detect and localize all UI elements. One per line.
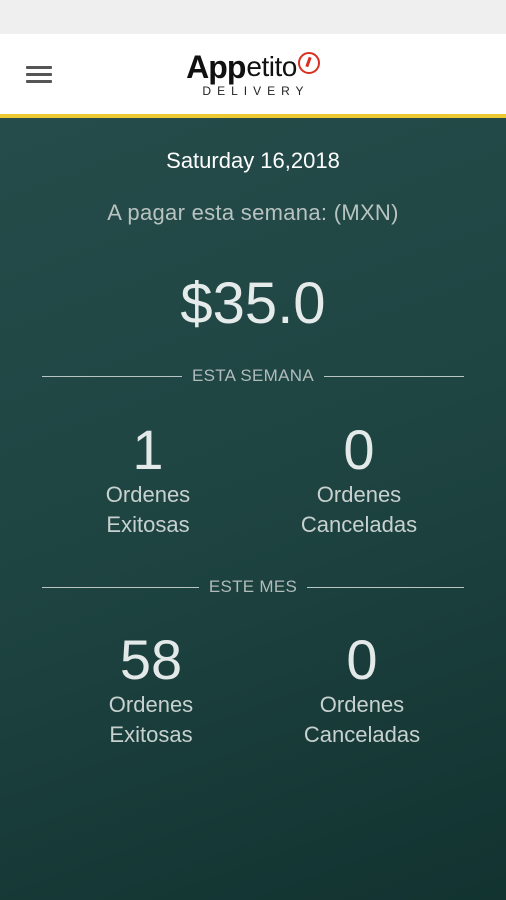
stat-count: 58	[119, 628, 183, 691]
divider-line-right	[324, 375, 464, 377]
current-date: Saturday 16,2018	[166, 148, 340, 173]
week-section-label: ESTA SEMANA	[191, 366, 315, 385]
stat-count: 1	[132, 418, 164, 481]
month-successful-orders: 58 Ordenes Exitosas	[51, 630, 251, 750]
stat-label-line1: Ordenes	[316, 482, 402, 507]
divider-line-left	[42, 375, 182, 377]
stat-count: 0	[346, 628, 378, 691]
dashboard-panel: Saturday 16,2018 A pagar esta semana: (M…	[0, 118, 506, 900]
week-cancelled-orders: 0 Ordenes Canceladas	[259, 420, 459, 540]
stat-label-line2: Canceladas	[300, 512, 418, 537]
divider-line-right	[307, 586, 464, 588]
week-divider: ESTA SEMANA	[42, 366, 464, 386]
to-pay-label: A pagar esta semana: (MXN)	[107, 200, 399, 225]
amount-due: $35.0	[180, 271, 326, 336]
stat-label-line1: Ordenes	[319, 692, 405, 717]
stat-label-line2: Canceladas	[303, 722, 421, 747]
app-bar: App etito DELIVERY	[0, 34, 506, 114]
logo-wordmark: App etito	[186, 48, 320, 86]
logo-primary: App	[186, 48, 246, 85]
stat-label-line1: Ordenes	[108, 692, 194, 717]
status-bar	[0, 0, 506, 34]
logo-mark-icon	[297, 52, 320, 74]
logo-tagline: DELIVERY	[202, 84, 310, 98]
week-successful-orders: 1 Ordenes Exitosas	[48, 420, 248, 540]
stat-count: 0	[343, 418, 375, 481]
stat-label-line2: Exitosas	[106, 512, 190, 537]
stat-label-line1: Ordenes	[105, 482, 191, 507]
month-cancelled-orders: 0 Ordenes Canceladas	[262, 630, 462, 750]
month-section-label: ESTE MES	[208, 577, 298, 596]
stat-label-line2: Exitosas	[109, 722, 193, 747]
logo-secondary: etito	[246, 51, 297, 82]
month-divider: ESTE MES	[42, 577, 464, 597]
app-logo: App etito DELIVERY	[0, 48, 506, 98]
divider-line-left	[42, 586, 199, 588]
